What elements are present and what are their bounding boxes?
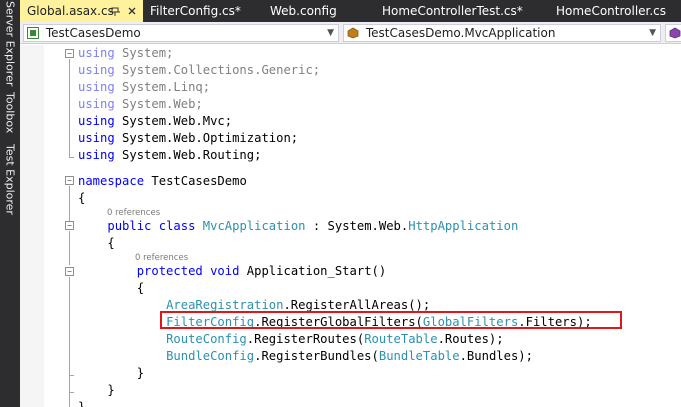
chevron-down-icon: ▼	[649, 28, 656, 38]
code-line-brace: }	[78, 400, 86, 407]
code-line-using: using System.Web.Mvc;	[78, 114, 233, 128]
outline-guide	[69, 277, 70, 407]
document-tab-strip: Global.asax.cs FilterConfig.cs* Web.conf…	[20, 0, 681, 22]
tab-web-config[interactable]: Web.config	[263, 0, 375, 22]
code-line-class-declaration: public class MvcApplication : System.Web…	[107, 219, 519, 233]
project-dropdown[interactable]: TestCasesDemo ▼	[23, 24, 339, 42]
outline-guide-end	[69, 157, 74, 158]
tab-label: HomeController.cs	[556, 4, 667, 18]
tab-label: FilterConfig.cs*	[150, 4, 241, 18]
tab-label: Global.asax.cs	[27, 4, 114, 18]
tab-label: HomeControllerTest.cs*	[382, 4, 523, 18]
collapse-icon[interactable]: −	[65, 176, 74, 185]
code-line-using: using System.Web.Routing;	[78, 148, 262, 162]
tab-homecontroller-cs[interactable]: HomeController.cs	[549, 0, 681, 22]
outline-guide-end	[69, 392, 74, 393]
project-dropdown-value: TestCasesDemo	[45, 26, 141, 40]
tool-window-strip: Server Explorer Toolbox Test Explorer	[0, 0, 20, 407]
server-explorer-tab[interactable]: Server Explorer	[1, 1, 19, 86]
code-line-bundle-config: BundleConfig.RegisterBundles(BundleTable…	[166, 349, 533, 363]
code-line-brace: {	[78, 191, 86, 205]
code-line-route-config: RouteConfig.RegisterRoutes(RouteTable.Ro…	[166, 332, 504, 346]
highlight-annotation-box	[160, 311, 622, 329]
tab-filterconfig-cs[interactable]: FilterConfig.cs*	[143, 0, 263, 22]
navigation-bar: TestCasesDemo ▼ TestCasesDemo.MvcApplica…	[20, 22, 681, 44]
class-icon	[347, 27, 359, 39]
code-line-using: using System.Collections.Generic;	[78, 63, 321, 77]
csharp-project-icon	[27, 27, 39, 39]
tab-homecontrollertest-cs[interactable]: HomeControllerTest.cs*	[375, 0, 549, 22]
code-line-using: using System.Linq;	[78, 80, 211, 94]
class-dropdown[interactable]: TestCasesDemo.MvcApplication ▼	[343, 24, 661, 42]
outline-guide	[69, 231, 70, 265]
member-dropdown[interactable]	[665, 24, 681, 42]
code-line-brace: {	[107, 236, 115, 250]
indicator-margin	[20, 45, 44, 407]
code-editor[interactable]: − − − − using System; using System.Colle…	[20, 45, 681, 407]
code-line-brace: {	[136, 281, 145, 295]
collapse-icon[interactable]: −	[65, 221, 74, 230]
method-icon	[669, 27, 681, 39]
code-line-brace: }	[136, 366, 145, 380]
tab-label: Web.config	[270, 4, 337, 18]
code-line-method-declaration: protected void Application_Start()	[136, 264, 387, 278]
code-line-namespace: namespace TestCasesDemo	[78, 174, 247, 188]
toolbox-tab[interactable]: Toolbox	[1, 90, 19, 136]
code-line-using: using System.Web;	[78, 97, 203, 111]
collapse-icon[interactable]: −	[65, 49, 74, 58]
change-tracking-bar	[45, 45, 50, 407]
code-line-using: using System;	[78, 46, 174, 60]
code-line-brace: }	[107, 383, 115, 397]
chevron-down-icon: ▼	[327, 28, 334, 38]
outline-guide	[69, 59, 70, 158]
tab-global-asax-cs[interactable]: Global.asax.cs	[20, 0, 143, 22]
outline-guide-end	[69, 375, 74, 376]
class-dropdown-value: TestCasesDemo.MvcApplication	[365, 26, 556, 40]
collapse-icon[interactable]: −	[65, 267, 74, 276]
code-line-using: using System.Web.Optimization;	[78, 131, 299, 145]
test-explorer-tab[interactable]: Test Explorer	[1, 142, 19, 216]
